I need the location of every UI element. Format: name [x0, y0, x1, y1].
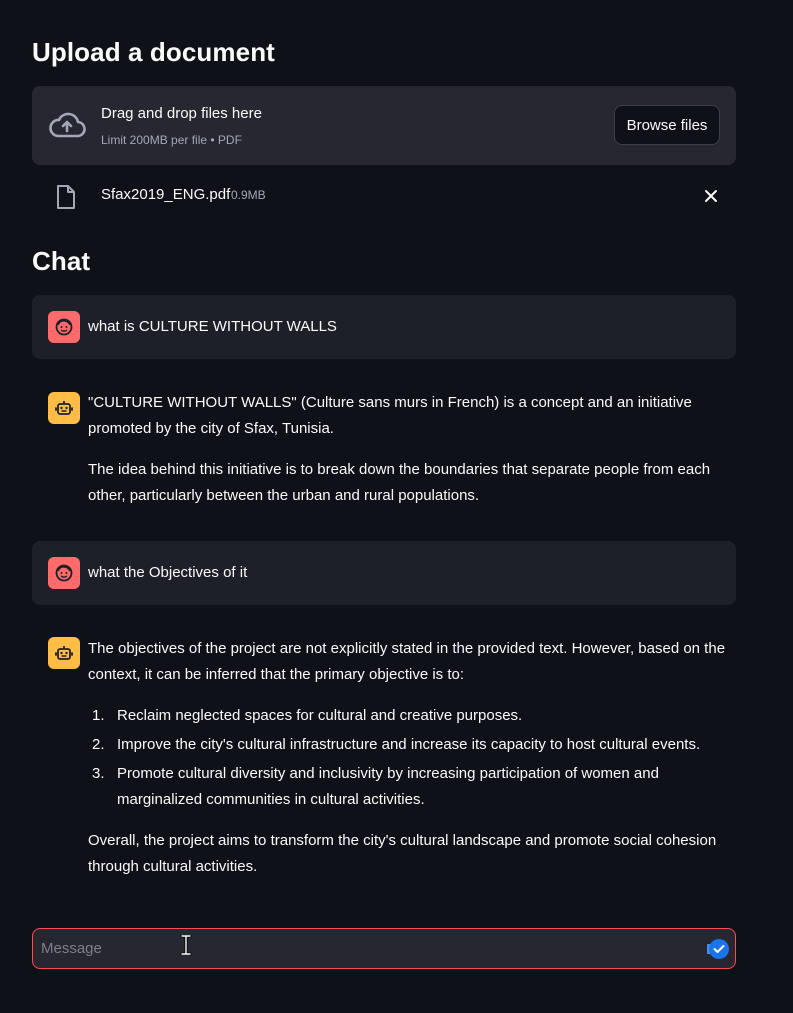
app-page: Upload a document Drag and drop files he… [0, 0, 793, 1013]
cloud-upload-icon [48, 110, 86, 145]
user-face-icon [48, 557, 80, 589]
dropzone-limit: Limit 200MB per file • PDF [101, 133, 242, 147]
message-text: what the Objectives of it [88, 564, 248, 581]
file-dropzone[interactable]: Drag and drop files here Limit 200MB per… [32, 86, 736, 165]
text-line: Overall, the project aims to transform t… [88, 832, 717, 849]
list-text: Promote cultural diversity and inclusivi… [117, 765, 659, 782]
chat-message-input[interactable] [41, 933, 701, 964]
list-item: 3. Promote cultural diversity and inclus… [88, 761, 728, 813]
list-text: marginalized communities in cultural act… [117, 791, 425, 808]
robot-icon [48, 637, 80, 669]
browse-files-button[interactable]: Browse files [614, 105, 720, 145]
bot-answer-paragraph: "CULTURE WITHOUT WALLS" (Culture sans mu… [88, 390, 728, 442]
list-number: 1. [92, 707, 105, 724]
upload-heading: Upload a document [32, 37, 275, 67]
text-line: promoted by the city of Sfax, Tunisia. [88, 420, 334, 437]
list-text: Improve the city's cultural infrastructu… [117, 736, 701, 753]
chat-input-container [32, 928, 736, 969]
list-text: Reclaim neglected spaces for cultural an… [117, 707, 523, 724]
file-name: Sfax2019_ENG.pdf [101, 186, 231, 203]
bot-answer-paragraph: The idea behind this initiative is to br… [88, 457, 728, 509]
robot-icon [48, 392, 80, 424]
text-line: through cultural activities. [88, 858, 258, 875]
bot-answer-paragraph: The objectives of the project are not ex… [88, 636, 728, 688]
chat-message-user: what the Objectives of it [32, 541, 736, 605]
user-face-icon [48, 311, 80, 343]
close-icon[interactable] [704, 189, 718, 208]
dropzone-title: Drag and drop files here [101, 105, 262, 122]
list-number: 3. [92, 765, 105, 782]
uploaded-file-row: Sfax2019_ENG.pdf 0.9MB [32, 176, 736, 218]
list-number: 2. [92, 736, 105, 753]
bot-answer-paragraph: Overall, the project aims to transform t… [88, 828, 728, 880]
text-line: other, particularly between the urban an… [88, 487, 480, 504]
text-line: context, it can be inferred that the pri… [88, 666, 465, 683]
text-line: "CULTURE WITHOUT WALLS" (Culture sans mu… [88, 394, 692, 411]
text-line: The idea behind this initiative is to br… [88, 461, 711, 478]
text-line: The objectives of the project are not ex… [88, 640, 726, 657]
document-icon [56, 184, 76, 215]
chat-message-user: what is CULTURE WITHOUT WALLS [32, 295, 736, 359]
chat-heading: Chat [32, 246, 91, 276]
text-cursor-icon [180, 934, 192, 960]
message-text: what is CULTURE WITHOUT WALLS [88, 318, 337, 335]
file-size: 0.9MB [231, 188, 266, 202]
send-check-icon[interactable] [707, 938, 729, 960]
